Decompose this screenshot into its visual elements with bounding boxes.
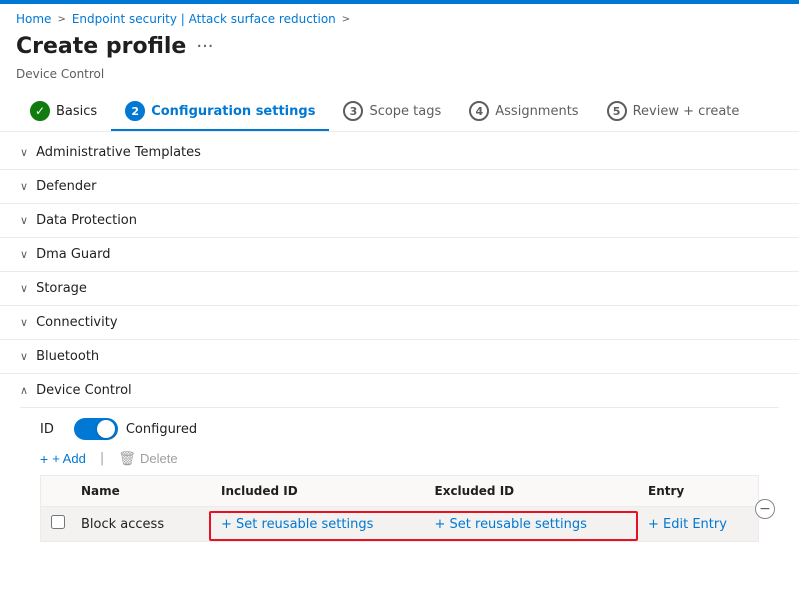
chevron-icon: ∨: [20, 350, 28, 363]
row-included-id-cell: + Set reusable settings: [211, 509, 425, 540]
set-excluded-reusable-link[interactable]: + Set reusable settings: [435, 517, 587, 532]
tab-assignments-label: Assignments: [495, 104, 578, 119]
section-label: Administrative Templates: [36, 145, 201, 160]
action-bar: + + Add | 🗑 Delete: [40, 450, 759, 467]
breadcrumb-sep2: >: [342, 14, 350, 25]
section-dma-guard[interactable]: ∨ Dma Guard: [0, 238, 799, 272]
dc-body: ID Configured + + Add | 🗑 Delete: [20, 408, 779, 552]
section-storage[interactable]: ∨ Storage: [0, 272, 799, 306]
chevron-icon: ∨: [20, 214, 28, 227]
toggle-knob: [97, 420, 115, 438]
delete-button[interactable]: 🗑 Delete: [118, 450, 177, 467]
chevron-icon: ∨: [20, 146, 28, 159]
set-included-reusable-link[interactable]: + Set reusable settings: [221, 517, 373, 532]
add-button[interactable]: + + Add: [40, 451, 86, 467]
section-label: Defender: [36, 179, 96, 194]
tab-config-label: Configuration settings: [151, 104, 315, 119]
th-checkbox: [41, 476, 71, 506]
section-label: Storage: [36, 281, 87, 296]
row-checkbox-cell: [41, 507, 71, 541]
page-header: Create profile ···: [0, 30, 799, 67]
section-label: Bluetooth: [36, 349, 99, 364]
add-icon: +: [40, 451, 48, 467]
tab-assignments[interactable]: 4 Assignments: [455, 93, 592, 131]
chevron-icon: ∨: [20, 316, 28, 329]
tab-basics-label: Basics: [56, 104, 97, 119]
section-data-protection[interactable]: ∨ Data Protection: [0, 204, 799, 238]
chevron-icon: ∨: [20, 248, 28, 261]
section-label: Connectivity: [36, 315, 117, 330]
th-included-id: Included ID: [211, 476, 425, 506]
th-excluded-id: Excluded ID: [425, 476, 639, 506]
expand-chevron-icon: ∧: [20, 384, 28, 397]
wizard-tabs: ✓ Basics 2 Configuration settings 3 Scop…: [0, 89, 799, 132]
tab-scope-label: Scope tags: [369, 104, 441, 119]
more-button[interactable]: ···: [196, 36, 213, 57]
dc-section-label: Device Control: [36, 383, 132, 398]
tab-config-circle: 2: [125, 101, 145, 121]
breadcrumb-home[interactable]: Home: [16, 12, 51, 26]
page-subtitle: Device Control: [0, 67, 799, 89]
tab-review-label: Review + create: [633, 104, 740, 119]
tab-basics[interactable]: ✓ Basics: [16, 93, 111, 131]
th-name: Name: [71, 476, 211, 506]
th-entry: Entry: [638, 476, 758, 506]
content-area: ∨ Administrative Templates ∨ Defender ∨ …: [0, 132, 799, 556]
chevron-icon: ∨: [20, 282, 28, 295]
add-button-label: + Add: [52, 451, 86, 466]
tab-config[interactable]: 2 Configuration settings: [111, 93, 329, 131]
section-connectivity[interactable]: ∨ Connectivity: [0, 306, 799, 340]
table-header: Name Included ID Excluded ID Entry: [41, 476, 758, 507]
tab-scope-circle: 3: [343, 101, 363, 121]
breadcrumb-section[interactable]: Endpoint security | Attack surface reduc…: [72, 12, 336, 26]
row-excluded-id-cell: + Set reusable settings: [425, 509, 639, 540]
tab-basics-circle: ✓: [30, 101, 50, 121]
dc-header[interactable]: ∧ Device Control: [20, 374, 779, 408]
tab-review-circle: 5: [607, 101, 627, 121]
section-admin-templates[interactable]: ∨ Administrative Templates: [0, 136, 799, 170]
row-name-cell: Block access: [71, 509, 211, 540]
section-defender[interactable]: ∨ Defender: [0, 170, 799, 204]
delete-icon: 🗑: [118, 450, 136, 467]
page-title: Create profile: [16, 34, 186, 59]
section-label: Data Protection: [36, 213, 137, 228]
configured-toggle[interactable]: [74, 418, 118, 440]
toggle-wrap: Configured: [74, 418, 197, 440]
dc-id-row: ID Configured: [40, 418, 759, 440]
breadcrumb: Home > Endpoint security | Attack surfac…: [0, 4, 799, 30]
tab-scope[interactable]: 3 Scope tags: [329, 93, 455, 131]
table-row: Block access + Set reusable settings + S…: [41, 507, 758, 541]
section-bluetooth[interactable]: ∨ Bluetooth: [0, 340, 799, 374]
separator: |: [100, 451, 104, 466]
chevron-icon: ∨: [20, 180, 28, 193]
outer-table: Name Included ID Excluded ID Entry Block…: [40, 475, 759, 542]
remove-section-button[interactable]: −: [755, 499, 775, 519]
tab-assignments-circle: 4: [469, 101, 489, 121]
dc-id-label: ID: [40, 422, 54, 437]
table-wrap: Name Included ID Excluded ID Entry Block…: [40, 475, 759, 542]
delete-button-label: Delete: [140, 451, 178, 466]
device-control-section: ∧ Device Control ID Configured + + Add |: [0, 374, 799, 552]
section-label: Dma Guard: [36, 247, 110, 262]
tab-review[interactable]: 5 Review + create: [593, 93, 754, 131]
toggle-label: Configured: [126, 422, 197, 437]
row-entry-cell: + Edit Entry: [638, 509, 758, 540]
breadcrumb-sep1: >: [57, 14, 65, 25]
row-checkbox[interactable]: [51, 515, 65, 529]
edit-entry-link[interactable]: + Edit Entry: [648, 517, 727, 532]
